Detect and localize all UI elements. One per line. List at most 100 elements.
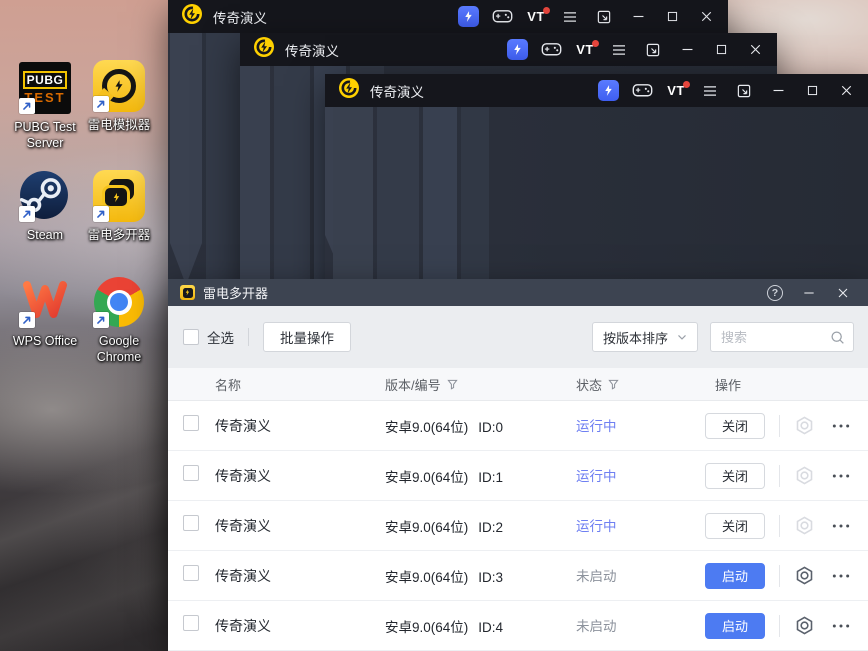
multi-instance-button[interactable] xyxy=(587,0,621,33)
instance-name: 传奇演义 xyxy=(215,467,271,484)
close-button[interactable] xyxy=(829,74,863,107)
settings-gear-icon[interactable] xyxy=(794,565,815,586)
vt-button[interactable]: VT xyxy=(519,0,553,33)
menu-button[interactable] xyxy=(693,74,727,107)
notification-dot xyxy=(683,81,690,88)
close-instance-button[interactable]: 关闭 xyxy=(705,462,765,489)
instance-name: 传奇演义 xyxy=(215,617,271,634)
boost-button[interactable] xyxy=(451,0,485,33)
divider xyxy=(779,414,780,437)
divider xyxy=(248,328,249,346)
row-checkbox[interactable] xyxy=(183,565,199,581)
instance-version: 安卓9.0(64位) ID:1 xyxy=(385,469,504,485)
more-options-icon[interactable] xyxy=(831,466,851,486)
search-box[interactable] xyxy=(710,322,854,352)
gamepad-button[interactable] xyxy=(625,74,659,107)
menu-button[interactable] xyxy=(553,0,587,33)
minimize-button[interactable] xyxy=(621,0,655,33)
toolbar: 全选 批量操作 按版本排序 xyxy=(168,306,868,368)
minimize-button[interactable] xyxy=(792,279,826,306)
close-button[interactable] xyxy=(738,33,772,66)
window-title: 雷电多开器 xyxy=(203,286,269,301)
divider xyxy=(779,564,780,587)
shortcut-arrow-icon xyxy=(93,206,109,222)
maximize-button[interactable] xyxy=(795,74,829,107)
boost-button[interactable] xyxy=(591,74,625,107)
chevron-down-icon xyxy=(675,330,689,344)
settings-gear-icon[interactable] xyxy=(794,465,815,486)
gamepad-button[interactable] xyxy=(485,0,519,33)
more-options-icon[interactable] xyxy=(831,516,851,536)
ld-multiplayer-icon xyxy=(93,170,145,222)
ldplayer-logo-icon xyxy=(181,3,203,30)
bg-shard xyxy=(170,33,202,285)
start-instance-button[interactable]: 启动 xyxy=(705,562,765,589)
batch-operations-button[interactable]: 批量操作 xyxy=(263,322,351,352)
pubg-icon: PUBG TEST xyxy=(19,62,71,114)
column-header-status: 状态 xyxy=(568,375,705,394)
row-checkbox[interactable] xyxy=(183,515,199,531)
settings-gear-icon[interactable] xyxy=(794,615,815,636)
desktop-icon-ldplayer[interactable]: 雷电模拟器 xyxy=(76,60,162,133)
select-all-checkbox[interactable] xyxy=(183,329,199,345)
settings-gear-icon[interactable] xyxy=(794,415,815,436)
window-title: 传奇演义 xyxy=(370,84,424,100)
instance-name: 传奇演义 xyxy=(215,567,271,584)
row-checkbox[interactable] xyxy=(183,615,199,631)
status-text: 未启动 xyxy=(576,569,617,584)
table-row: 传奇演义 安卓9.0(64位) ID:3 未启动 启动 xyxy=(168,551,868,601)
close-button[interactable] xyxy=(826,279,860,306)
row-checkbox[interactable] xyxy=(183,465,199,481)
menu-button[interactable] xyxy=(602,33,636,66)
row-checkbox[interactable] xyxy=(183,415,199,431)
ldplayer-logo-icon xyxy=(338,77,360,104)
vt-button[interactable]: VT xyxy=(659,74,693,107)
help-button[interactable]: ? xyxy=(758,279,792,306)
instance-version: 安卓9.0(64位) ID:3 xyxy=(385,569,504,585)
wps-icon xyxy=(19,276,71,328)
gamepad-button[interactable] xyxy=(534,33,568,66)
lightning-icon xyxy=(597,80,619,101)
sort-dropdown[interactable]: 按版本排序 xyxy=(592,322,698,352)
close-instance-button[interactable]: 关闭 xyxy=(705,412,765,439)
shortcut-arrow-icon xyxy=(93,312,109,328)
desktop-icon-ld-multiplayer[interactable]: 雷电多开器 xyxy=(76,170,162,243)
minimize-button[interactable] xyxy=(761,74,795,107)
maximize-button[interactable] xyxy=(655,0,689,33)
column-header-version: 版本/编号 xyxy=(385,375,568,394)
desktop-icon-google-chrome[interactable]: Google Chrome xyxy=(76,276,162,366)
multi-instance-button[interactable] xyxy=(727,74,761,107)
filter-icon[interactable] xyxy=(608,379,619,390)
sort-dropdown-value: 按版本排序 xyxy=(603,330,669,346)
shortcut-arrow-icon xyxy=(19,98,35,114)
window-title: 传奇演义 xyxy=(285,43,339,59)
more-options-icon[interactable] xyxy=(831,416,851,436)
lightning-icon xyxy=(111,192,122,203)
settings-gear-icon[interactable] xyxy=(794,515,815,536)
maximize-button[interactable] xyxy=(704,33,738,66)
chrome-icon xyxy=(93,276,145,328)
column-header-name: 名称 xyxy=(215,377,242,393)
instance-version: 安卓9.0(64位) ID:4 xyxy=(385,619,504,635)
lightning-icon xyxy=(112,79,126,93)
start-instance-button[interactable]: 启动 xyxy=(705,612,765,639)
status-text: 未启动 xyxy=(576,619,617,634)
pubg-logo-text: PUBG xyxy=(22,70,68,90)
divider xyxy=(779,614,780,637)
ldplayer-logo-icon xyxy=(253,36,275,63)
minimize-button[interactable] xyxy=(670,33,704,66)
filter-icon[interactable] xyxy=(447,379,458,390)
status-text: 运行中 xyxy=(576,519,617,534)
close-button[interactable] xyxy=(689,0,723,33)
multi-instance-button[interactable] xyxy=(636,33,670,66)
close-instance-button[interactable]: 关闭 xyxy=(705,512,765,539)
emulator-titlebar: 传奇演义 VT xyxy=(240,33,777,66)
instance-name: 传奇演义 xyxy=(215,417,271,434)
vt-button[interactable]: VT xyxy=(568,33,602,66)
search-input[interactable] xyxy=(721,329,830,345)
boost-button[interactable] xyxy=(500,33,534,66)
multiplayer-titlebar: 雷电多开器 ? xyxy=(168,279,868,306)
more-options-icon[interactable] xyxy=(831,566,851,586)
more-options-icon[interactable] xyxy=(831,616,851,636)
emulator-titlebar: 传奇演义 VT xyxy=(325,74,868,107)
